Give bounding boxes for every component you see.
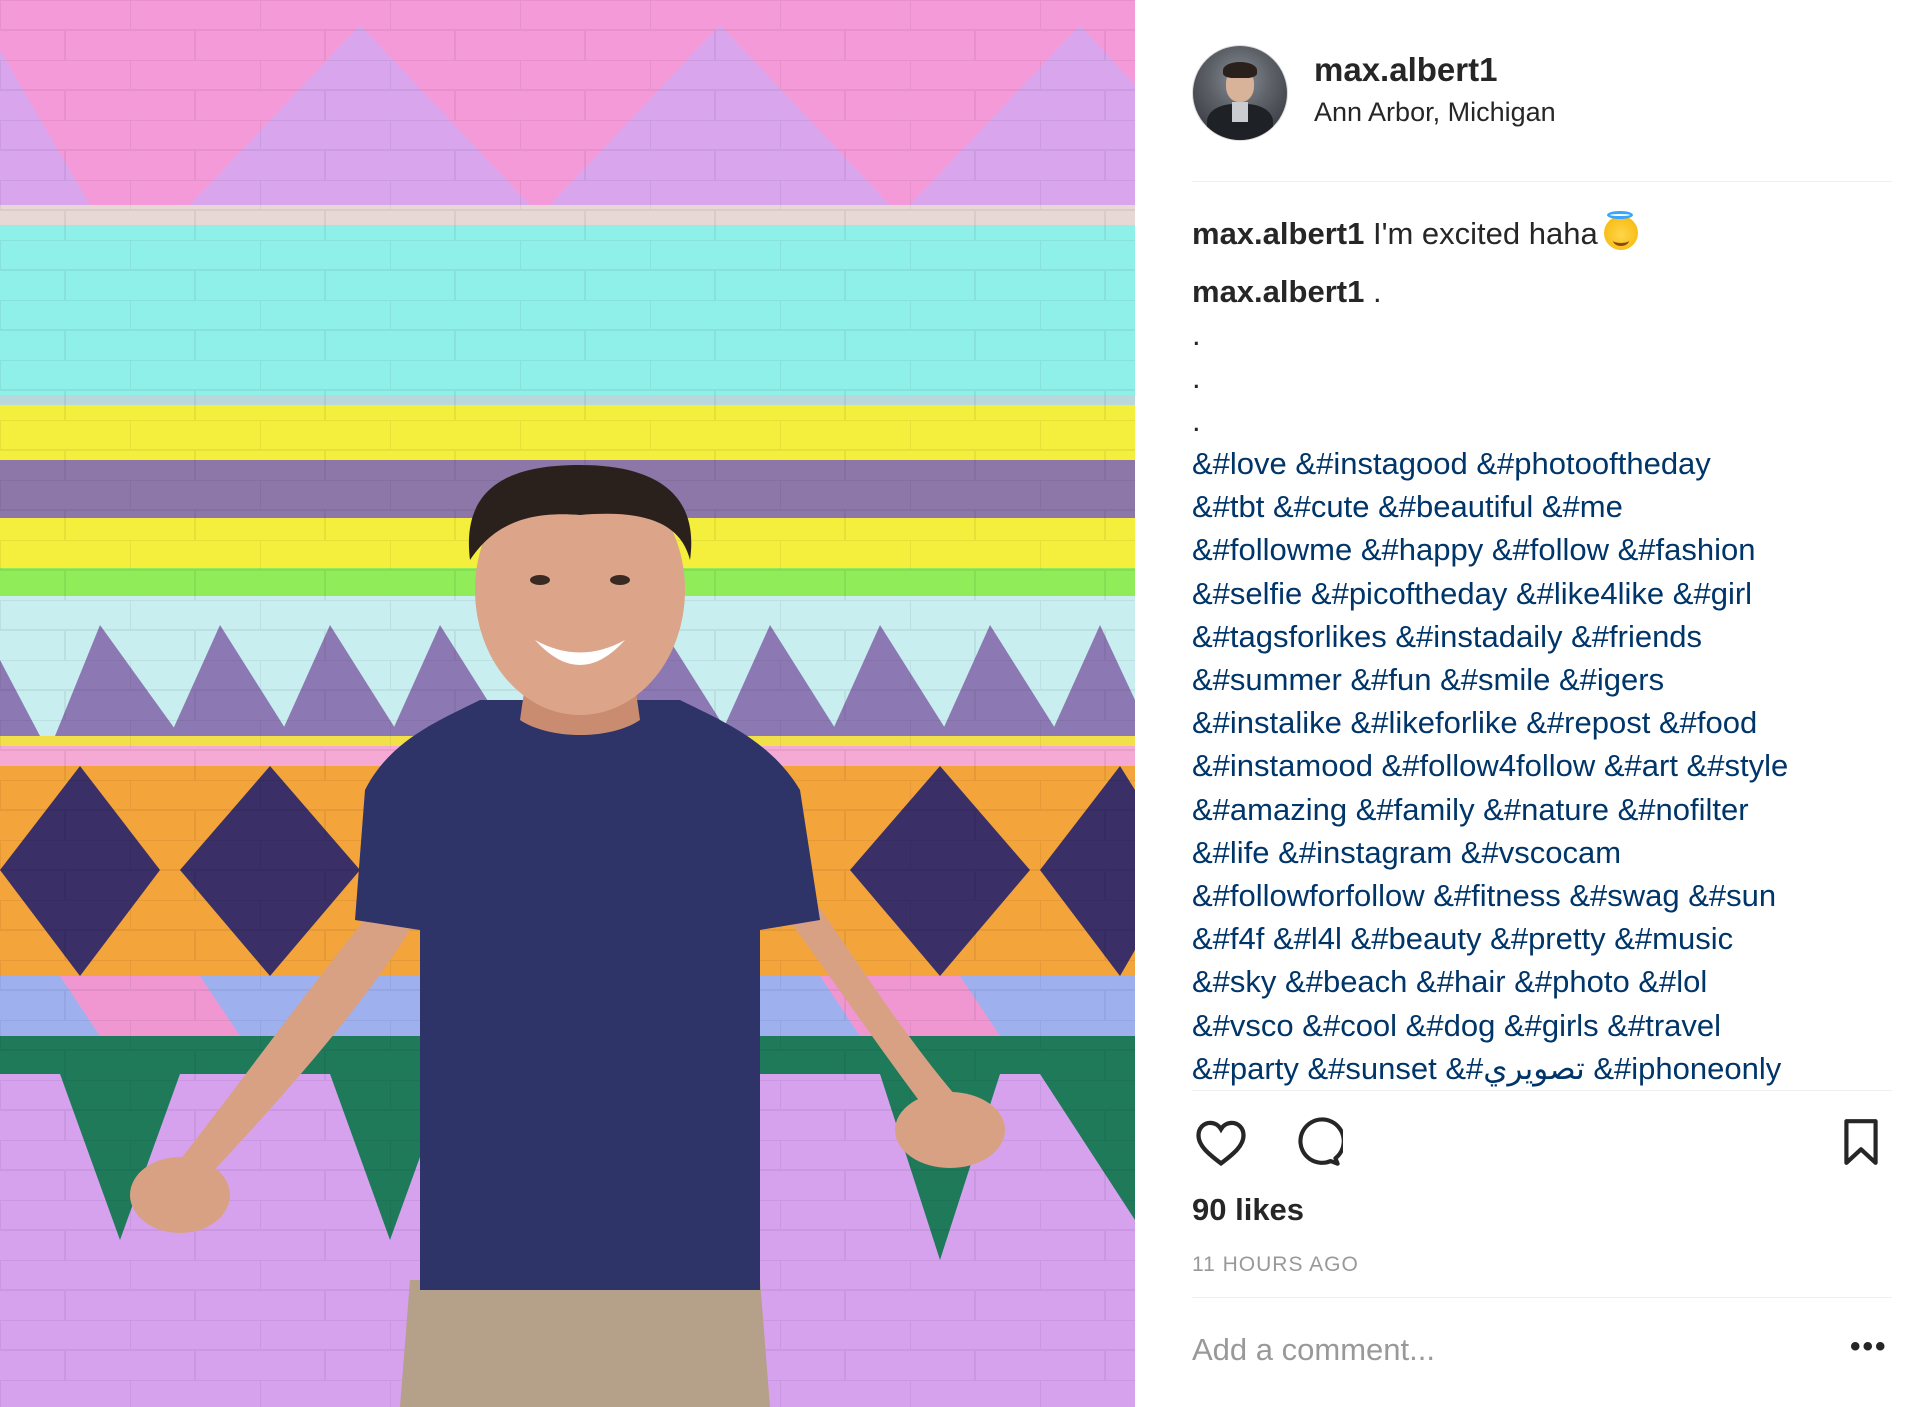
dot-line: . [1192, 360, 1201, 395]
hashtag-line[interactable]: &#life &#instagram &#vscocam [1192, 831, 1892, 874]
hashtag-line[interactable]: &#instamood &#follow4follow &#art &#styl… [1192, 744, 1892, 787]
header-username[interactable]: max.albert1 [1314, 51, 1497, 89]
hashtag-line[interactable]: &#party &#sunset &#تصويري &#iphoneonly [1192, 1047, 1892, 1090]
post-header: max.albert1 Ann Arbor, Michigan [1192, 45, 1920, 141]
hashtag-line[interactable]: &#sky &#beach &#hair &#photo &#lol [1192, 960, 1892, 1003]
comment-icon [1298, 1117, 1343, 1166]
comment-button[interactable] [1288, 1113, 1346, 1171]
hashtag-line[interactable]: &#tbt &#cute &#beautiful &#me [1192, 485, 1892, 528]
heart-icon [1196, 1120, 1246, 1167]
add-comment-input[interactable]: Add a comment... [1192, 1332, 1435, 1368]
caption-block: max.albert1 I'm excited haha max.albert1… [1192, 211, 1892, 1090]
like-button[interactable] [1192, 1113, 1250, 1171]
dot-line: . [1192, 403, 1201, 438]
hashtag-line[interactable]: &#love &#instagood &#photooftheday [1192, 442, 1892, 485]
comment-text: . [1372, 274, 1382, 309]
action-bar [1192, 1113, 1892, 1173]
post-details-panel: max.albert1 Ann Arbor, Michigan max.albe… [1135, 0, 1920, 1407]
smiling-face-with-halo-icon [1603, 211, 1638, 250]
post-timestamp[interactable]: 11 HOURS AGO [1192, 1253, 1359, 1277]
hashtag-line[interactable]: &#followme &#happy &#follow &#fashion [1192, 528, 1892, 571]
more-options-icon[interactable]: ••• [1850, 1330, 1888, 1364]
hashtag-line[interactable]: &#summer &#fun &#smile &#igers [1192, 658, 1892, 701]
hashtag-line[interactable]: &#instalike &#likeforlike &#repost &#foo… [1192, 701, 1892, 744]
hashtag-line[interactable]: &#selfie &#picoftheday &#like4like &#gir… [1192, 572, 1892, 615]
hashtag-line[interactable]: &#f4f &#l4l &#beauty &#pretty &#music [1192, 917, 1892, 960]
caption-row: max.albert1 I'm excited haha [1192, 211, 1892, 255]
likes-count[interactable]: 90 likes [1192, 1192, 1304, 1228]
comment-row: max.albert1 . [1192, 270, 1892, 313]
comment-dots: . . . [1192, 313, 1892, 442]
comment-divider [1192, 1297, 1892, 1298]
avatar[interactable] [1192, 45, 1288, 141]
comment-username[interactable]: max.albert1 [1192, 274, 1364, 309]
hashtag-line[interactable]: &#followforfollow &#fitness &#swag &#sun [1192, 874, 1892, 917]
post-photo[interactable] [0, 0, 1135, 1407]
hashtag-line[interactable]: &#amazing &#family &#nature &#nofilter [1192, 788, 1892, 831]
header-location[interactable]: Ann Arbor, Michigan [1314, 97, 1556, 128]
bookmark-icon [1844, 1119, 1878, 1165]
hashtag-line[interactable]: &#tagsforlikes &#instadaily &#friends [1192, 615, 1892, 658]
header-divider [1192, 181, 1892, 182]
hashtag-list: &#love &#instagood &#photooftheday &#tbt… [1192, 442, 1892, 1090]
caption-divider [1192, 1090, 1892, 1091]
hashtag-line[interactable]: &#vsco &#cool &#dog &#girls &#travel [1192, 1004, 1892, 1047]
caption-username[interactable]: max.albert1 [1192, 216, 1364, 251]
caption-text: I'm excited haha [1372, 216, 1598, 251]
dot-line: . [1192, 317, 1201, 352]
save-button[interactable] [1832, 1113, 1890, 1171]
